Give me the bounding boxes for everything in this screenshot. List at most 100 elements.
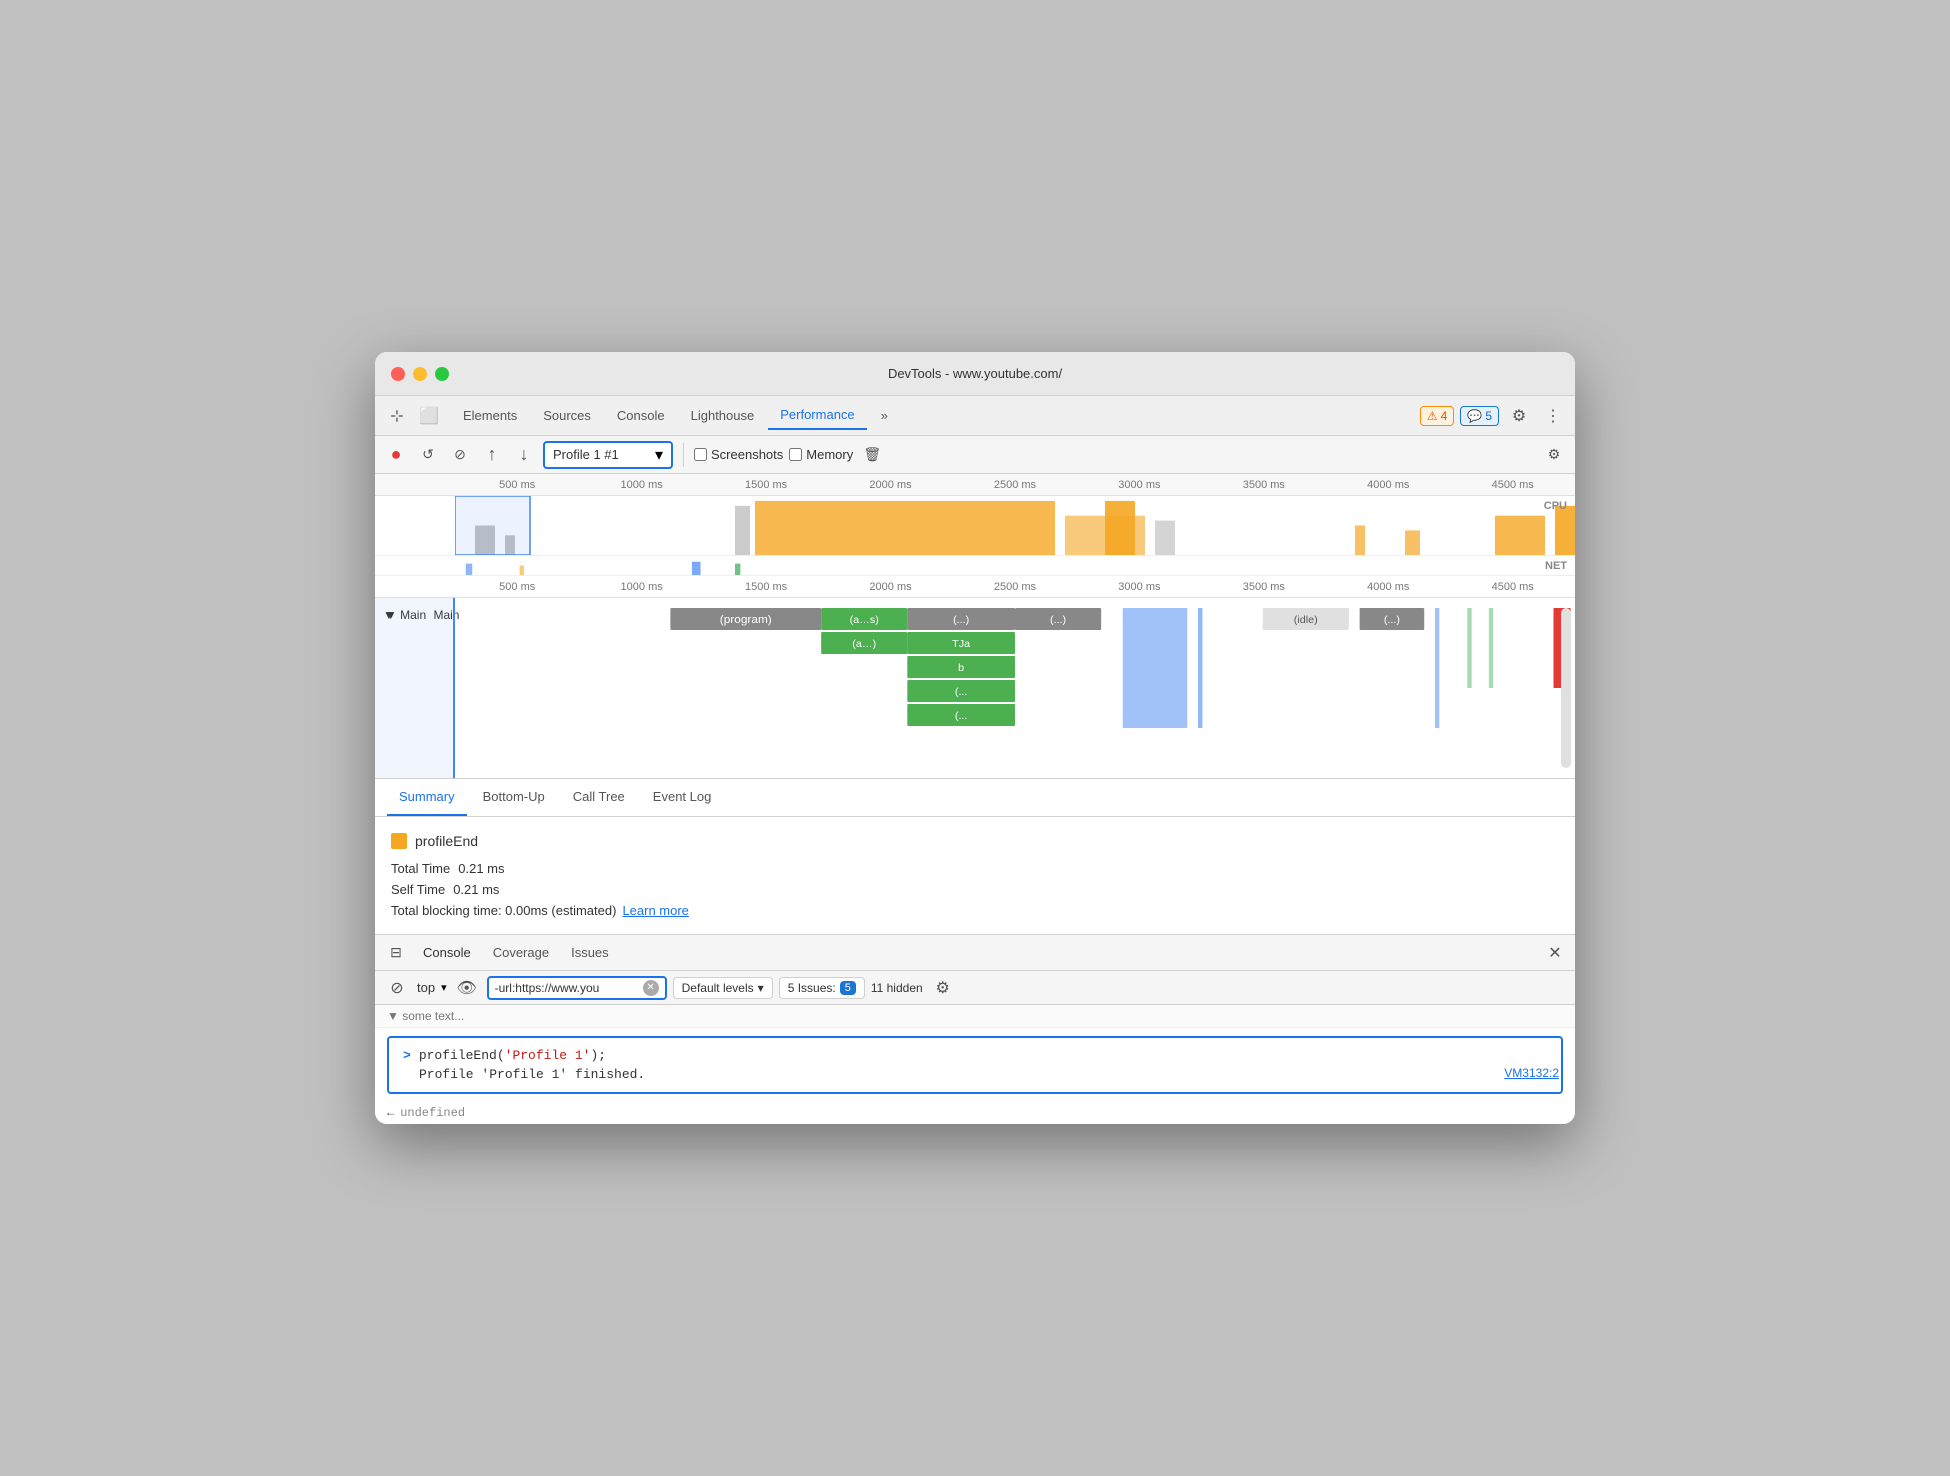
timeline-area: 500 ms 1000 ms 1500 ms 2000 ms 2500 ms 3… <box>375 474 1575 779</box>
self-time-label: Self Time <box>391 882 445 897</box>
filter-input-box[interactable]: -url:https://www.you ✕ <box>487 976 667 1000</box>
ruler-tick-5: 2500 ms <box>953 479 1077 491</box>
screenshots-checkbox[interactable] <box>694 448 707 461</box>
profile-icon <box>391 833 407 849</box>
main-ruler-tick-5: 2500 ms <box>953 581 1077 593</box>
console-truncated-line: ▼ some text... <box>375 1005 1575 1028</box>
title-bar: DevTools - www.youtube.com/ <box>375 352 1575 396</box>
blocking-text: Total blocking time: 0.00ms (estimated) <box>391 903 616 918</box>
command-arg: 'Profile 1' <box>505 1048 591 1063</box>
eye-icon[interactable]: 👁 <box>453 974 481 1002</box>
upload-button[interactable]: ↑ <box>479 442 505 468</box>
cpu-chart: CPU <box>375 496 1575 556</box>
device-toolbar-icon[interactable]: ⬜ <box>415 402 443 430</box>
main-ruler-tick-9: 4500 ms <box>1451 581 1575 593</box>
tab-summary[interactable]: Summary <box>387 779 467 816</box>
minimize-button[interactable] <box>413 367 427 381</box>
svg-text:(idle): (idle) <box>1294 615 1318 626</box>
warning-badge[interactable]: ⚠ 4 <box>1420 406 1454 426</box>
console-output-block: > profileEnd('Profile 1'); Profile 'Prof… <box>387 1036 1563 1094</box>
inspector-icon[interactable]: ⊹ <box>383 402 411 430</box>
tab-performance[interactable]: Performance <box>768 401 866 430</box>
window-title: DevTools - www.youtube.com/ <box>888 366 1062 381</box>
console-tab-issues[interactable]: Issues <box>561 939 619 966</box>
refresh-record-button[interactable]: ↺ <box>415 442 441 468</box>
console-stop-icon[interactable]: ⊘ <box>383 974 411 1002</box>
context-dropdown-icon[interactable]: ▾ <box>441 981 447 994</box>
levels-chevron-icon: ▾ <box>758 981 764 995</box>
hidden-count: 11 hidden <box>871 981 923 995</box>
devtools-more-icon[interactable]: ⋮ <box>1539 402 1567 430</box>
warning-icon: ⚠ <box>1427 409 1438 423</box>
cpu-label: CPU <box>1544 500 1567 512</box>
tab-elements[interactable]: Elements <box>451 402 529 429</box>
console-close-button[interactable]: ✕ <box>1543 941 1567 965</box>
svg-text:(...: (... <box>955 687 968 698</box>
ruler-tick-3: 1500 ms <box>704 479 828 491</box>
main-ruler: 500 ms 1000 ms 1500 ms 2000 ms 2500 ms 3… <box>375 576 1575 598</box>
console-settings-icon[interactable]: ⚙ <box>929 974 957 1002</box>
console-tab-console[interactable]: Console <box>413 939 481 966</box>
screenshots-checkbox-label[interactable]: Screenshots <box>694 447 783 462</box>
console-tab-coverage[interactable]: Coverage <box>483 939 559 966</box>
vm-link[interactable]: VM3132:2 <box>1504 1066 1559 1080</box>
console-header: ⊟ Console Coverage Issues ✕ <box>375 935 1575 971</box>
flame-scrollbar[interactable] <box>1561 608 1571 768</box>
ruler-tick-1: 500 ms <box>455 479 579 491</box>
tab-console[interactable]: Console <box>605 402 677 429</box>
svg-text:(...): (...) <box>1050 615 1066 626</box>
fullscreen-button[interactable] <box>435 367 449 381</box>
issues-badge[interactable]: 5 Issues: 5 <box>779 977 865 999</box>
tab-event-log[interactable]: Event Log <box>641 779 724 816</box>
delete-profile-button[interactable]: 🗑 <box>859 442 885 468</box>
filter-clear-button[interactable]: ✕ <box>643 980 659 996</box>
memory-checkbox-label[interactable]: Memory <box>789 447 853 462</box>
download-button[interactable]: ↓ <box>511 442 537 468</box>
perf-settings-icon[interactable]: ⚙ <box>1541 442 1567 468</box>
devtools-settings-icon[interactable]: ⚙ <box>1505 402 1533 430</box>
dropdown-chevron-icon: ▾ <box>655 445 663 465</box>
main-ruler-tick-7: 3500 ms <box>1202 581 1326 593</box>
tab-more[interactable]: » <box>869 402 900 429</box>
cpu-ruler: 500 ms 1000 ms 1500 ms 2000 ms 2500 ms 3… <box>375 474 1575 496</box>
stop-button[interactable]: ⊘ <box>447 442 473 468</box>
default-levels-button[interactable]: Default levels ▾ <box>673 977 773 999</box>
main-ruler-tick-3: 1500 ms <box>704 581 828 593</box>
tab-bottom-up[interactable]: Bottom-Up <box>471 779 557 816</box>
console-output-wrapper: > profileEnd('Profile 1'); Profile 'Prof… <box>375 1036 1575 1094</box>
self-time-row: Self Time 0.21 ms <box>391 882 1559 897</box>
context-label: top <box>417 980 435 995</box>
summary-tab-bar: Summary Bottom-Up Call Tree Event Log <box>375 779 1575 817</box>
info-badge[interactable]: 💬 5 <box>1460 406 1499 426</box>
console-command: profileEnd('Profile 1'); <box>419 1048 606 1063</box>
svg-text:(program): (program) <box>720 614 772 626</box>
record-button[interactable]: ● <box>383 442 409 468</box>
svg-text:(a…): (a…) <box>852 639 876 650</box>
profile-selector[interactable]: Profile 1 #1 ▾ <box>543 441 673 469</box>
tab-lighthouse[interactable]: Lighthouse <box>679 402 767 429</box>
undefined-value: undefined <box>400 1106 465 1120</box>
ruler-tick-7: 3500 ms <box>1202 479 1326 491</box>
devtools-tab-bar: ⊹ ⬜ Elements Sources Console Lighthouse … <box>375 396 1575 436</box>
devtools-window: DevTools - www.youtube.com/ ⊹ ⬜ Elements… <box>375 352 1575 1124</box>
info-icon: 💬 <box>1467 409 1482 423</box>
tab-sources[interactable]: Sources <box>531 402 603 429</box>
net-chart: NET <box>375 556 1575 576</box>
learn-more-link[interactable]: Learn more <box>622 903 688 918</box>
console-sidebar-icon[interactable]: ⊟ <box>383 940 409 966</box>
close-button[interactable] <box>391 367 405 381</box>
svg-text:b: b <box>958 663 964 674</box>
console-tabs: Console Coverage Issues <box>413 939 1539 966</box>
flame-canvas[interactable]: (program) (a…s) (...) (...) (a…) TJa b <box>455 598 1575 778</box>
total-time-value: 0.21 ms <box>458 861 504 876</box>
svg-text:TJa: TJa <box>952 639 970 650</box>
svg-text:(a…s): (a…s) <box>850 615 879 626</box>
main-ruler-tick-1: 500 ms <box>455 581 579 593</box>
svg-text:(...: (... <box>955 711 968 722</box>
total-time-label: Total Time <box>391 861 450 876</box>
svg-text:(...): (...) <box>953 615 969 626</box>
ruler-tick-8: 4000 ms <box>1326 479 1450 491</box>
svg-text:(...): (...) <box>1384 615 1400 626</box>
tab-call-tree[interactable]: Call Tree <box>561 779 637 816</box>
memory-checkbox[interactable] <box>789 448 802 461</box>
